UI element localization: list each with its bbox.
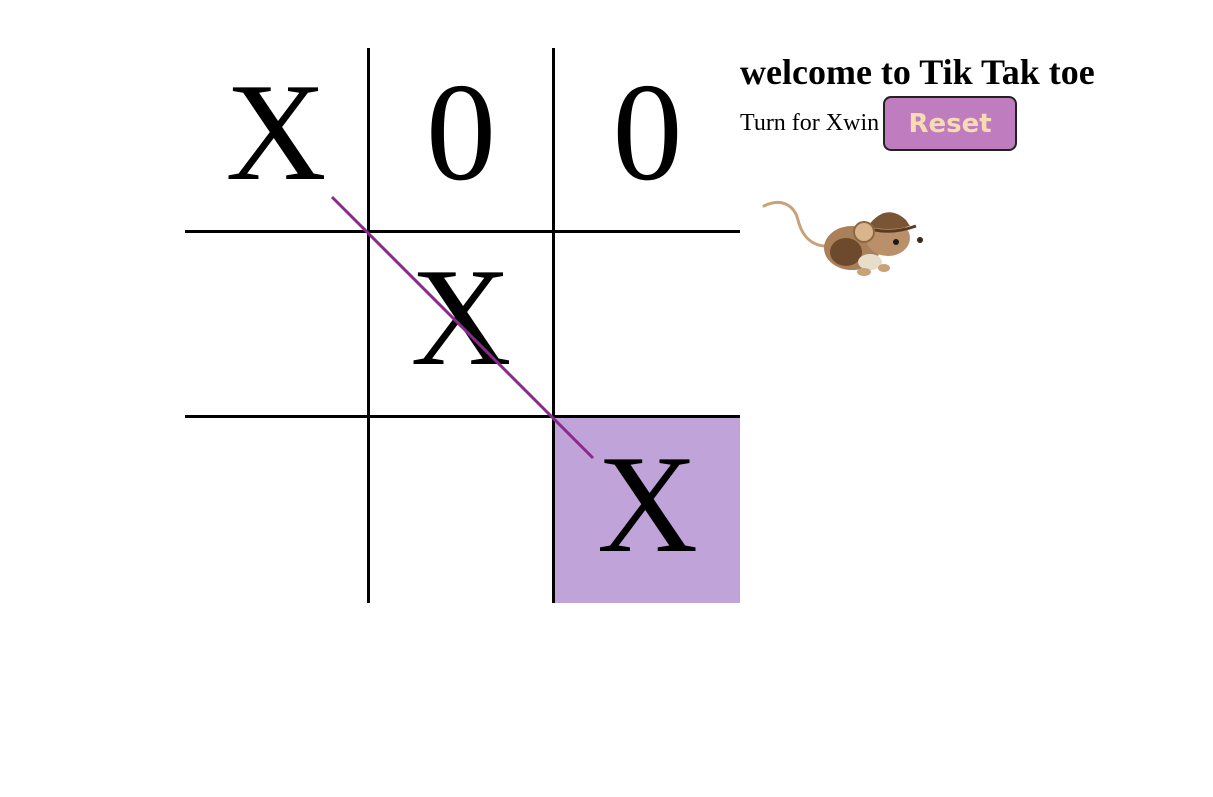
board-cell-5[interactable] [555,233,740,418]
board-cell-2[interactable]: 0 [555,48,740,233]
board-cell-4[interactable]: X [370,233,555,418]
board-cell-0[interactable]: X [185,48,370,233]
board-cell-3[interactable] [185,233,370,418]
game-page: X 0 0 X X welcome to Tik Tak toe Turn fo… [0,0,1213,797]
board-cell-1[interactable]: 0 [370,48,555,233]
turn-status: Turn for Xwin [740,110,880,136]
game-board: X 0 0 X X [185,48,740,603]
info-panel: welcome to Tik Tak toe Turn for Xwin Res… [740,48,1200,151]
reset-button[interactable]: Reset [883,96,1018,151]
board-cell-8[interactable]: X [555,418,740,603]
mouse-icon [762,201,923,276]
status-row: Turn for Xwin Reset [740,96,1200,151]
board-cell-6[interactable] [185,418,370,603]
board-cell-7[interactable] [370,418,555,603]
page-title: welcome to Tik Tak toe [740,52,1095,92]
